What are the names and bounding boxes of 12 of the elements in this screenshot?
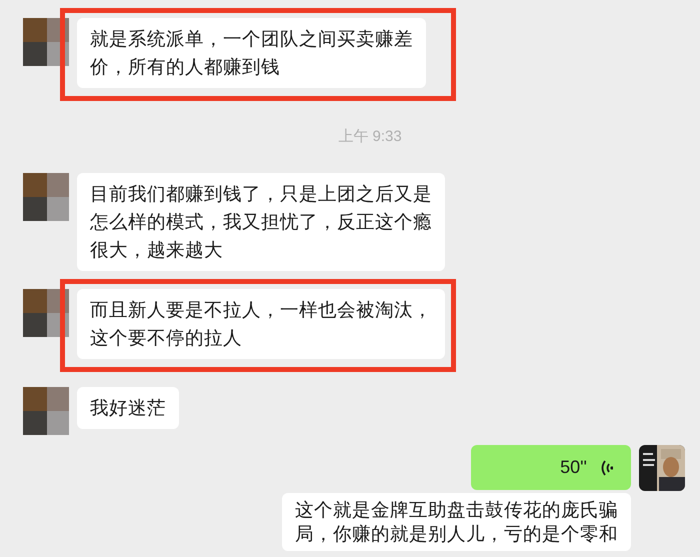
avatar-mosaic bbox=[23, 387, 69, 435]
message-bubble: 我好迷茫 bbox=[77, 387, 179, 429]
message-bubble: 就是系统派单，一个团队之间买卖赚差 价，所有的人都赚到钱 bbox=[77, 18, 426, 88]
avatar-mosaic bbox=[23, 18, 69, 66]
message-bubble: 而且新人要是不拉人，一样也会被淘汰， 这个要不停的拉人 bbox=[77, 289, 445, 359]
avatar-mosaic bbox=[23, 173, 69, 221]
timestamp: 上午 9:33 bbox=[338, 127, 402, 146]
voice-message[interactable]: 50'' bbox=[471, 445, 631, 490]
message-bubble: 这个就是金牌互助盘击鼓传花的庞氏骗 局，你赚的就是别人儿，亏的是个零和 bbox=[282, 493, 631, 551]
message-bubble: 目前我们都赚到钱了，只是上团之后又是 怎么样的模式，我又担忧了，反正这个瘾 很大，越来越大 bbox=[77, 173, 445, 271]
avatar-mosaic bbox=[23, 289, 69, 337]
voice-wave-icon bbox=[599, 458, 613, 476]
